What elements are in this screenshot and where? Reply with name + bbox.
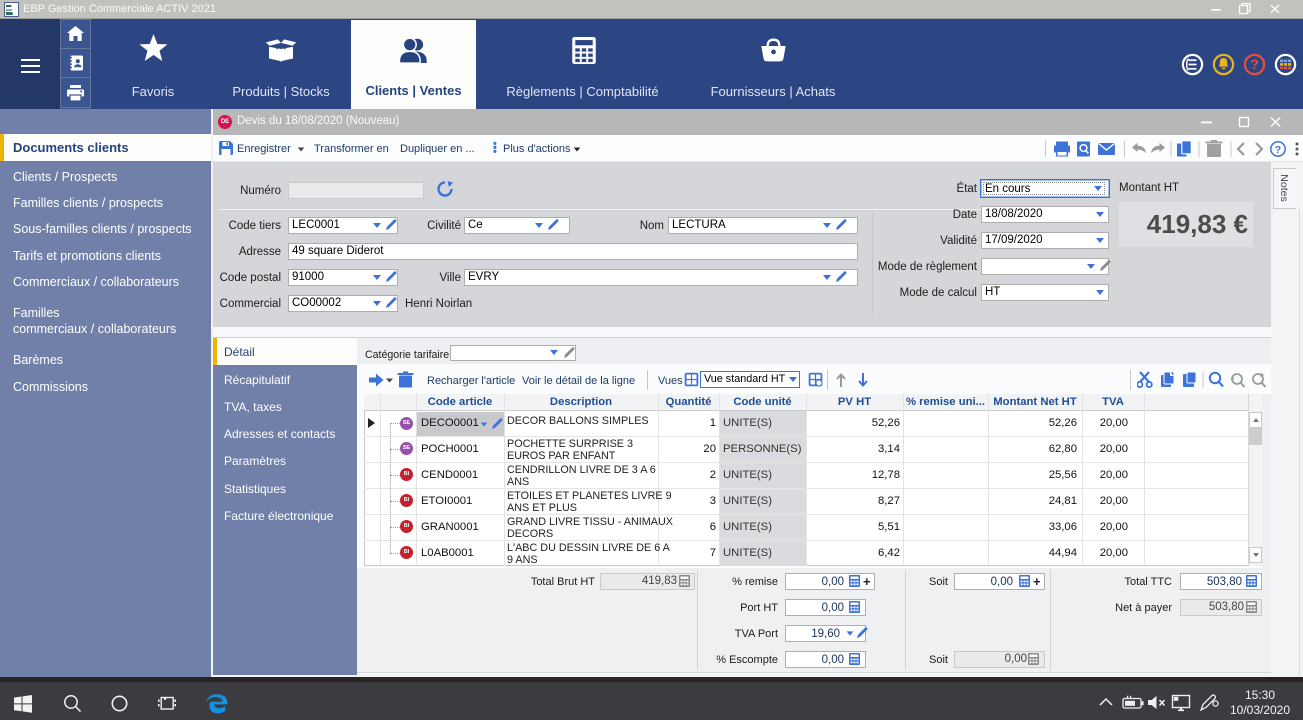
svg-text:?: ? xyxy=(1250,57,1258,72)
svg-text:?: ? xyxy=(1275,144,1281,156)
